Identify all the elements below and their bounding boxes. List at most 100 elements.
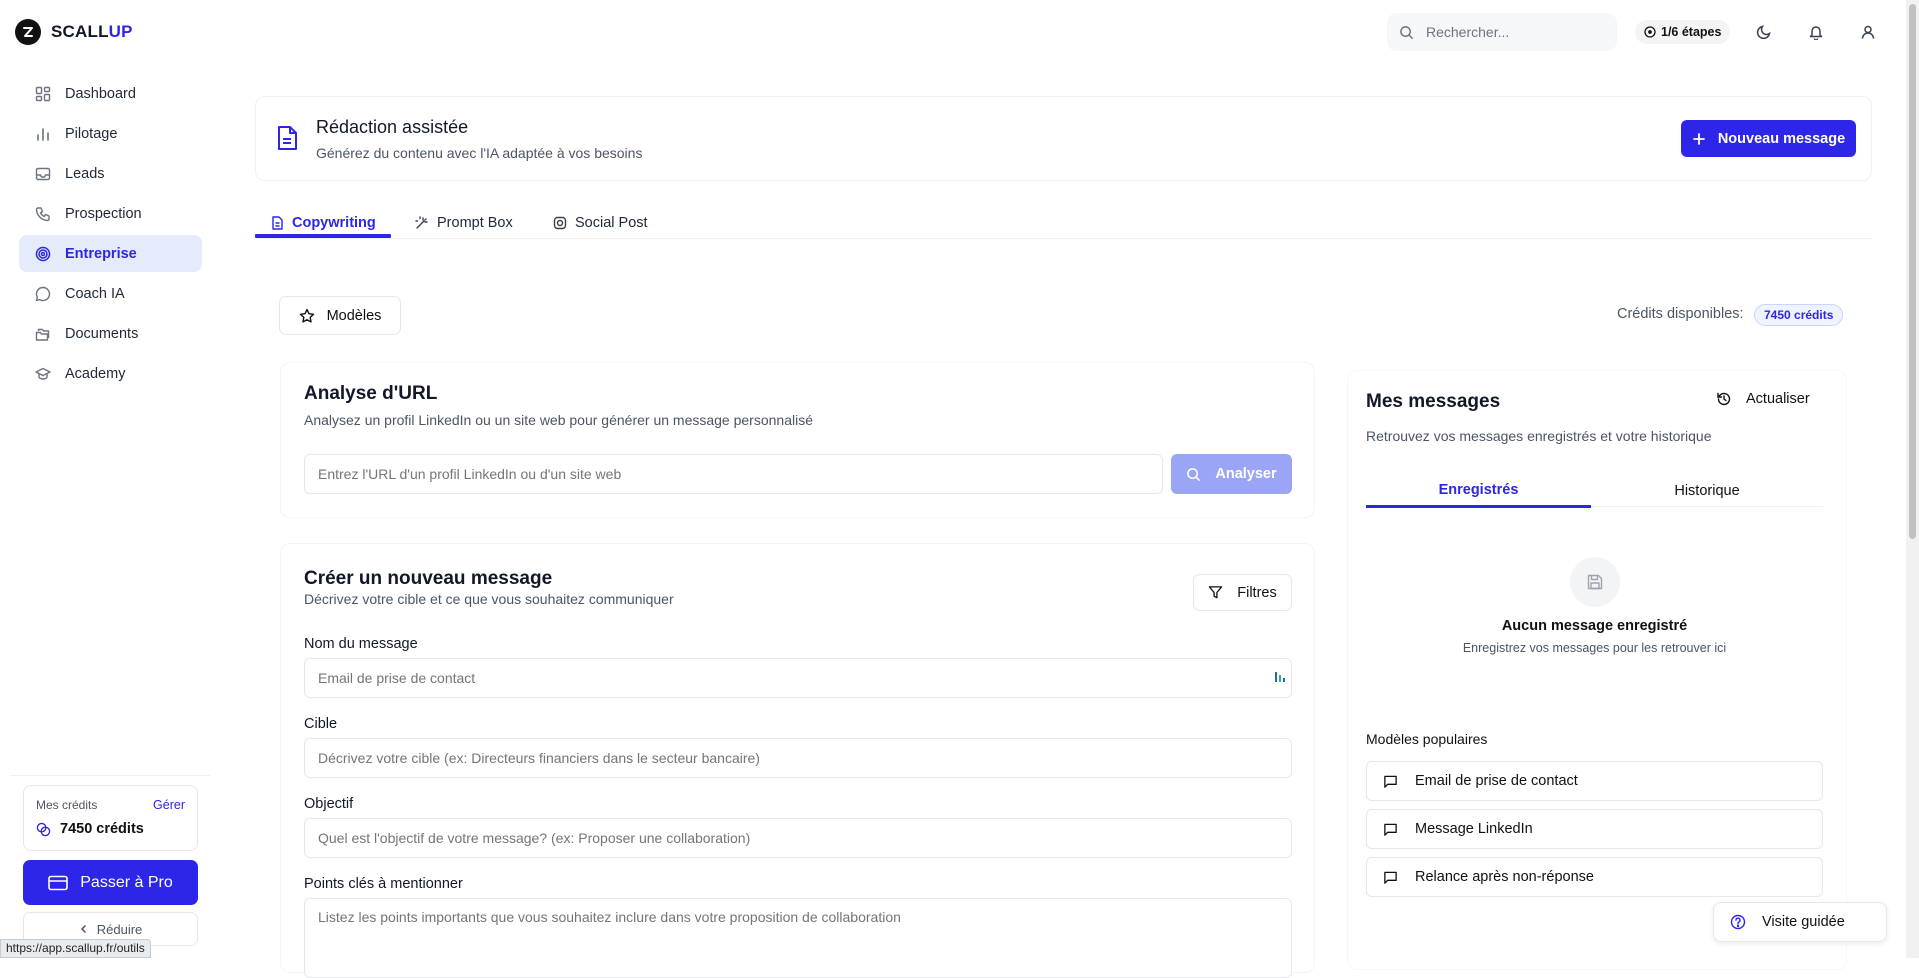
sidebar-item-dashboard[interactable]: Dashboard [19,75,202,112]
message-icon [1383,822,1398,837]
messages-title: Mes messages [1366,391,1501,412]
chevron-left-icon [79,924,89,934]
user-icon[interactable] [1856,20,1880,44]
key-points-label: Points clés à mentionner [304,876,463,892]
dashboard-icon [35,86,51,102]
logo-icon [15,19,41,45]
models-label: Modèles [326,307,382,324]
target-icon [35,246,51,262]
sidebar: SCALLUP Dashboard Pilotage Leads Prospec… [0,0,214,958]
search-input[interactable] [1426,24,1606,40]
message-name-label: Nom du message [304,636,418,652]
search-box[interactable] [1387,13,1617,51]
phone-icon [35,206,51,222]
messages-subtitle: Retrouvez vos messages enregistrés et vo… [1366,428,1712,444]
objective-input[interactable] [304,818,1292,858]
url-analysis-title: Analyse d'URL [304,383,438,404]
inbox-icon [35,166,51,182]
chat-icon [35,286,51,302]
target-label: Cible [304,716,338,732]
brand-name: SCALLUP [51,22,133,41]
tab-social-post[interactable]: Social Post [553,208,648,238]
sidebar-item-label: Leads [65,165,105,182]
new-message-title: Créer un nouveau message [304,568,553,589]
refresh-label: Actualiser [1746,391,1810,407]
credits-badge: 7450 crédits [1754,304,1844,326]
message-icon [1383,870,1398,885]
sidebar-item-label: Academy [65,365,126,382]
filter-icon [1208,585,1223,600]
sidebar-item-label: Documents [65,325,139,342]
message-icon [1383,774,1398,789]
tab-saved[interactable]: Enregistrés [1366,475,1591,505]
refresh-button[interactable]: Actualiser [1716,391,1810,407]
popular-model-item[interactable]: Message LinkedIn [1366,809,1823,849]
tab-label: Enregistrés [1438,482,1519,498]
message-name-input[interactable] [304,658,1292,698]
credits-value: 7450 crédits [60,821,144,837]
upgrade-pro-label: Passer à Pro [80,873,173,891]
popular-model-label: Message LinkedIn [1415,821,1533,837]
key-points-textarea[interactable] [304,898,1292,978]
credits-box: Mes crédits Gérer 7450 crédits [23,785,198,851]
upgrade-pro-button[interactable]: Passer à Pro [23,860,198,905]
popular-model-label: Email de prise de contact [1415,773,1578,789]
scrollbar-thumb[interactable] [1909,4,1916,539]
sidebar-item-entreprise[interactable]: Entreprise [19,235,202,272]
sidebar-item-pilotage[interactable]: Pilotage [19,115,202,152]
star-icon [299,308,315,324]
search-icon [1399,25,1414,40]
manage-credits-link[interactable]: Gérer [153,798,185,812]
sidebar-item-academy[interactable]: Academy [19,355,202,392]
url-analysis-subtitle: Analysez un profil LinkedIn ou un site w… [304,412,813,428]
history-icon [1716,391,1732,407]
sidebar-item-coach-ia[interactable]: Coach IA [19,275,202,312]
sidebar-item-label: Pilotage [65,125,118,142]
empty-state-subtitle: Enregistrez vos messages pour les retrou… [1462,641,1727,655]
sidebar-item-prospection[interactable]: Prospection [19,195,202,232]
plus-icon [1692,132,1706,146]
objective-label: Objectif [304,796,354,812]
document-icon [276,125,298,151]
new-message-button[interactable]: Nouveau message [1681,120,1856,157]
onboarding-steps-badge[interactable]: 1/6 étapes [1635,20,1731,44]
sidebar-item-documents[interactable]: Documents [19,315,202,352]
magic-wand-icon [415,216,429,230]
tab-history[interactable]: Historique [1591,476,1823,506]
guided-tour-button[interactable]: Visite guidée [1713,902,1887,942]
new-message-subtitle: Décrivez votre cible et ce que vous souh… [304,591,674,607]
moon-icon[interactable] [1752,20,1776,44]
folder-icon [35,326,51,342]
password-manager-icon[interactable] [1274,670,1286,684]
sidebar-item-label: Entreprise [65,245,137,262]
document-icon [271,216,284,230]
filters-button[interactable]: Filtres [1193,574,1292,611]
steps-label: 1/6 étapes [1661,25,1722,39]
available-credits-label: Crédits disponibles: [1617,306,1744,322]
save-icon [1570,557,1620,607]
sidebar-item-leads[interactable]: Leads [19,155,202,192]
tab-prompt-box[interactable]: Prompt Box [415,208,513,238]
instagram-icon [553,216,567,230]
models-button[interactable]: Modèles [279,296,401,335]
tab-label: Copywriting [292,215,376,231]
bell-icon[interactable] [1804,20,1828,44]
popular-model-item[interactable]: Relance après non-réponse [1366,857,1823,897]
analyze-button[interactable]: Analyser [1171,454,1292,494]
status-bar-url: https://app.scallup.fr/outils [0,939,151,958]
logo[interactable]: SCALLUP [15,19,133,45]
new-message-label: Nouveau message [1717,130,1846,147]
page-header-card: Rédaction assistée Générez du contenu av… [255,96,1872,181]
sidebar-item-label: Prospection [65,205,142,222]
tab-label: Social Post [575,215,648,231]
sidebar-divider [10,775,210,776]
analyze-label: Analyser [1215,466,1277,482]
popular-model-item[interactable]: Email de prise de contact [1366,761,1823,801]
credits-label: Mes crédits [36,798,98,812]
url-input[interactable] [304,454,1163,494]
tab-active-indicator [1366,505,1591,508]
sidebar-item-label: Coach IA [65,285,125,302]
target-input[interactable] [304,738,1292,778]
empty-state-title: Aucun message enregistré [1501,618,1688,634]
tabs-divider [255,238,1872,239]
